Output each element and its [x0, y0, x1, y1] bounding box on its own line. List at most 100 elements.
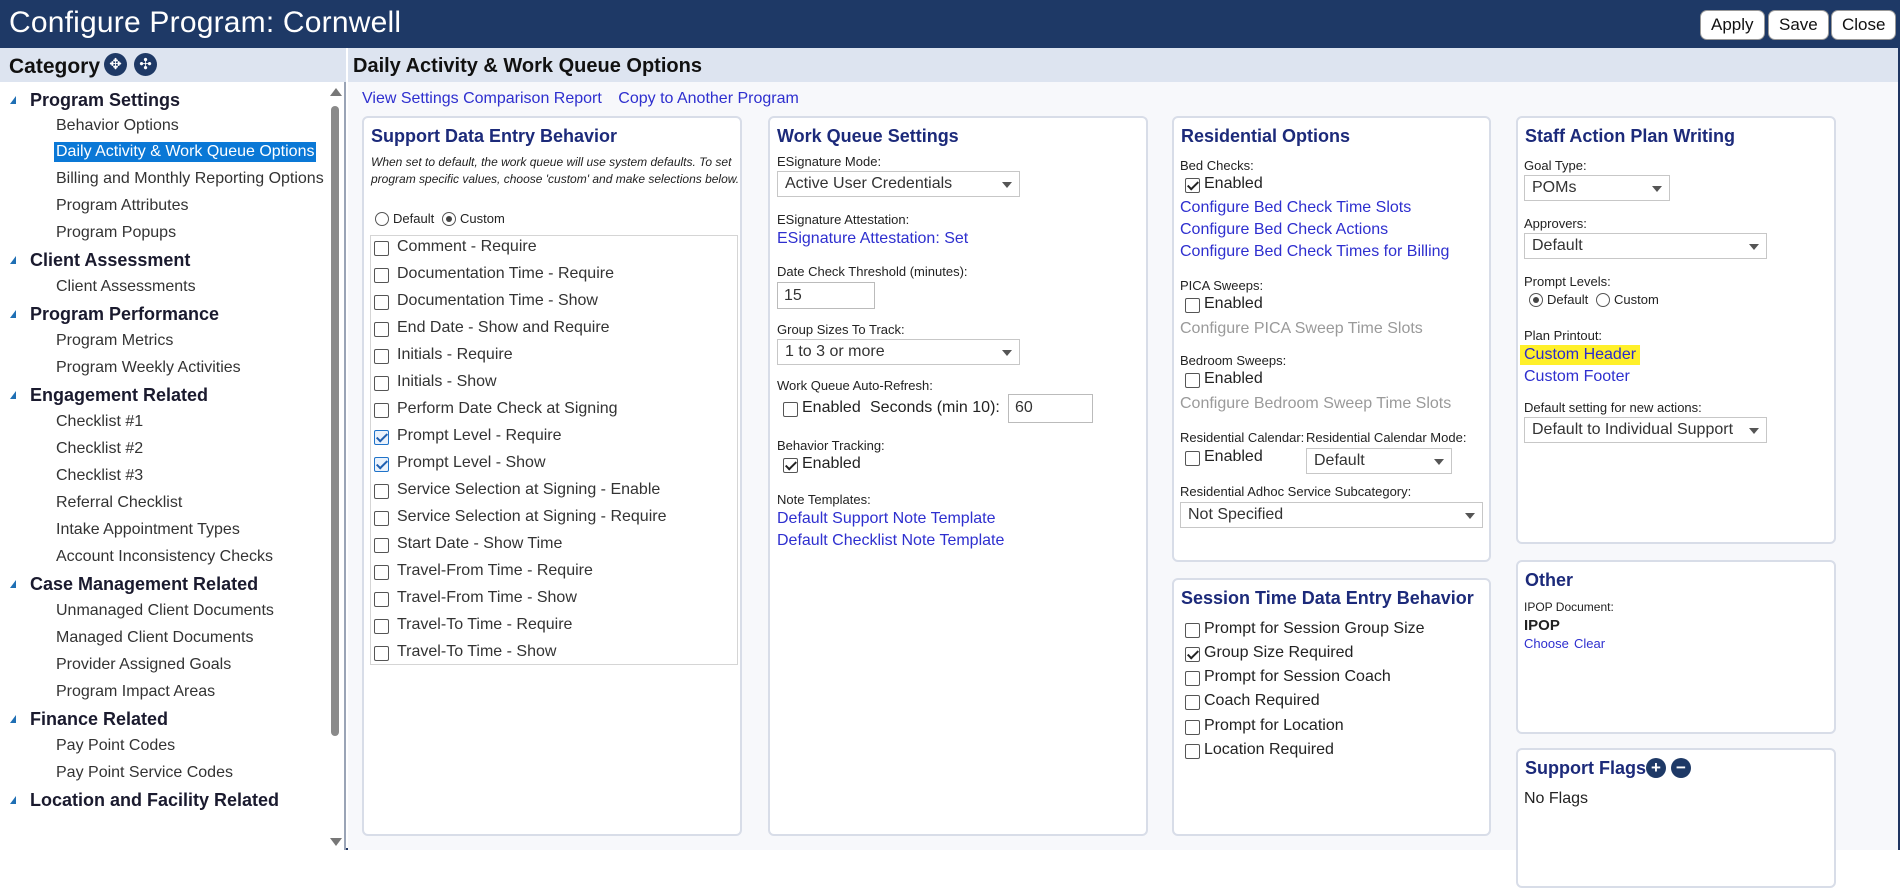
checkbox-row[interactable]: End Date - Show and Require — [371, 317, 737, 344]
scroll-down-arrow-icon[interactable] — [330, 838, 342, 846]
checkbox[interactable] — [1185, 695, 1200, 710]
checkbox[interactable] — [374, 592, 389, 607]
checkbox-row[interactable]: Travel-From Time - Require — [371, 560, 737, 587]
checkbox-row[interactable]: Documentation Time - Show — [371, 290, 737, 317]
group-location-facility[interactable]: Location and Facility Related — [30, 790, 279, 811]
bed-check-time-slots-link[interactable]: Configure Bed Check Time Slots — [1180, 199, 1411, 217]
sidebar-item-program-metrics[interactable]: Program Metrics — [54, 331, 175, 351]
expand-triangle-icon[interactable] — [10, 796, 16, 804]
checkbox-row[interactable]: Start Date - Show Time — [371, 533, 737, 560]
checkbox[interactable] — [374, 403, 389, 418]
checkbox-row[interactable]: Initials - Show — [371, 371, 737, 398]
sidebar-item-referral-checklist[interactable]: Referral Checklist — [54, 493, 184, 513]
checkbox[interactable] — [374, 646, 389, 661]
sidebar-item-pay-point-codes[interactable]: Pay Point Codes — [54, 736, 177, 756]
esig-mode-select[interactable]: Active User Credentials — [777, 171, 1020, 197]
scroll-up-arrow-icon[interactable] — [330, 88, 342, 96]
checkbox[interactable] — [374, 538, 389, 553]
checkbox[interactable] — [1185, 720, 1200, 735]
checkbox-row[interactable]: Documentation Time - Require — [371, 263, 737, 290]
checkbox[interactable] — [374, 565, 389, 580]
sidebar-item-checklist-3[interactable]: Checklist #3 — [54, 466, 145, 486]
checkbox[interactable] — [374, 268, 389, 283]
bed-checks-checkbox[interactable] — [1185, 178, 1200, 193]
clear-link[interactable]: Clear — [1574, 636, 1605, 651]
sidebar-item-program-impact-areas[interactable]: Program Impact Areas — [54, 682, 217, 702]
checkbox[interactable] — [374, 376, 389, 391]
choose-link[interactable]: Choose — [1524, 636, 1569, 651]
checkbox[interactable] — [374, 484, 389, 499]
checkbox-row[interactable]: Initials - Require — [371, 344, 737, 371]
approvers-select[interactable]: Default — [1524, 233, 1767, 259]
checkbox[interactable] — [374, 241, 389, 256]
sidebar-item-intake-appointment-types[interactable]: Intake Appointment Types — [54, 520, 242, 540]
expand-triangle-icon[interactable] — [10, 715, 16, 723]
group-program-performance[interactable]: Program Performance — [30, 304, 219, 325]
sidebar-item-behavior-options[interactable]: Behavior Options — [54, 116, 181, 136]
pica-sweeps-checkbox[interactable] — [1185, 298, 1200, 313]
expand-triangle-icon[interactable] — [10, 310, 16, 318]
sidebar-item-client-assessments[interactable]: Client Assessments — [54, 277, 198, 297]
adhoc-subcategory-select[interactable]: Not Specified — [1180, 502, 1483, 528]
expand-triangle-icon[interactable] — [10, 256, 16, 264]
group-finance-related[interactable]: Finance Related — [30, 709, 168, 730]
date-check-input[interactable]: 15 — [777, 282, 875, 309]
sidebar-item-program-weekly-activities[interactable]: Program Weekly Activities — [54, 358, 243, 378]
sidebar-item-account-inconsistency[interactable]: Account Inconsistency Checks — [54, 547, 275, 567]
checkbox-row[interactable]: Service Selection at Signing - Enable — [371, 479, 737, 506]
prompt-custom-radio[interactable] — [1596, 293, 1610, 307]
checkbox-checked[interactable] — [374, 430, 389, 445]
checkbox[interactable] — [374, 322, 389, 337]
checkbox-row[interactable]: Prompt Level - Show — [371, 452, 737, 479]
default-setting-select[interactable]: Default to Individual Support — [1524, 417, 1767, 443]
bed-check-actions-link[interactable]: Configure Bed Check Actions — [1180, 221, 1388, 239]
group-program-settings[interactable]: Program Settings — [30, 90, 180, 111]
view-comparison-report-link[interactable]: View Settings Comparison Report — [362, 90, 602, 107]
expand-all-icon[interactable]: ✥ — [104, 53, 127, 76]
custom-header-link[interactable]: Custom Header — [1520, 345, 1641, 365]
checkbox-row[interactable]: Prompt Level - Require — [371, 425, 737, 452]
checkbox-checked[interactable] — [1185, 647, 1200, 662]
collapse-all-icon[interactable]: ✣ — [134, 53, 157, 76]
sidebar-item-checklist-2[interactable]: Checklist #2 — [54, 439, 145, 459]
default-checklist-note-link[interactable]: Default Checklist Note Template — [777, 532, 1004, 550]
sidebar-item-pay-point-service-codes[interactable]: Pay Point Service Codes — [54, 763, 235, 783]
expand-triangle-icon[interactable] — [10, 580, 16, 588]
bed-check-billing-link[interactable]: Configure Bed Check Times for Billing — [1180, 243, 1449, 261]
checkbox[interactable] — [374, 349, 389, 364]
checkbox[interactable] — [374, 511, 389, 526]
behavior-tracking-checkbox[interactable] — [783, 458, 798, 473]
scroll-thumb[interactable] — [331, 106, 339, 736]
sidebar-item-program-attributes[interactable]: Program Attributes — [54, 196, 191, 216]
checkbox-row[interactable]: Travel-To Time - Show — [371, 641, 737, 668]
checkbox-row[interactable]: Travel-To Time - Require — [371, 614, 737, 641]
bedroom-sweeps-checkbox[interactable] — [1185, 373, 1200, 388]
apply-button[interactable]: Apply — [1700, 10, 1765, 40]
group-client-assessment[interactable]: Client Assessment — [30, 250, 190, 271]
sidebar-item-billing-monthly[interactable]: Billing and Monthly Reporting Options — [54, 169, 326, 189]
prompt-default-radio[interactable] — [1529, 293, 1543, 307]
bedroom-time-slots-link[interactable]: Configure Bedroom Sweep Time Slots — [1180, 395, 1451, 413]
group-sizes-select[interactable]: 1 to 3 or more — [777, 339, 1020, 365]
group-case-management[interactable]: Case Management Related — [30, 574, 258, 595]
close-button[interactable]: Close — [1831, 10, 1897, 40]
checkbox-row[interactable]: Service Selection at Signing - Require — [371, 506, 737, 533]
checkbox-row[interactable]: Travel-From Time - Show — [371, 587, 737, 614]
default-radio[interactable] — [375, 212, 389, 226]
checkbox-row[interactable]: Perform Date Check at Signing — [371, 398, 737, 425]
sidebar-scrollbar[interactable] — [328, 88, 342, 858]
checkbox-row[interactable]: Comment - Require — [371, 236, 737, 263]
sidebar-item-provider-goals[interactable]: Provider Assigned Goals — [54, 655, 233, 675]
expand-triangle-icon[interactable] — [10, 391, 16, 399]
goal-type-select[interactable]: POMs — [1524, 175, 1670, 201]
group-engagement-related[interactable]: Engagement Related — [30, 385, 208, 406]
sidebar-item-unmanaged-documents[interactable]: Unmanaged Client Documents — [54, 601, 276, 621]
sidebar-item-managed-documents[interactable]: Managed Client Documents — [54, 628, 255, 648]
custom-footer-link[interactable]: Custom Footer — [1524, 368, 1630, 386]
copy-to-program-link[interactable]: Copy to Another Program — [618, 90, 799, 107]
checkbox[interactable] — [1185, 623, 1200, 638]
expand-triangle-icon[interactable] — [10, 96, 16, 104]
custom-radio[interactable] — [442, 212, 456, 226]
add-flag-icon[interactable]: + — [1646, 758, 1666, 778]
pica-time-slots-link[interactable]: Configure PICA Sweep Time Slots — [1180, 320, 1423, 338]
